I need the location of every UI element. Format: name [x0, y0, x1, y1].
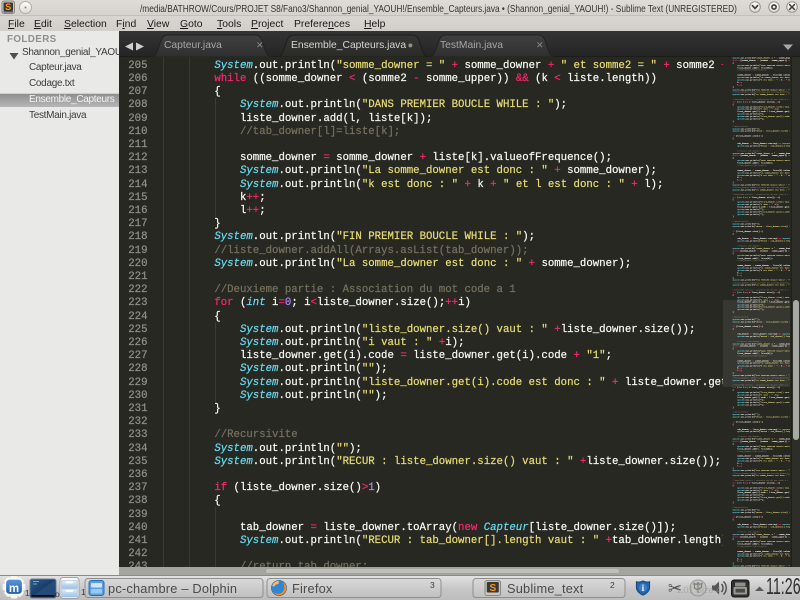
- svg-text:i: i: [642, 584, 645, 594]
- svg-text:S: S: [489, 583, 496, 594]
- svg-text:S: S: [5, 2, 11, 12]
- svg-text:m: m: [9, 583, 19, 595]
